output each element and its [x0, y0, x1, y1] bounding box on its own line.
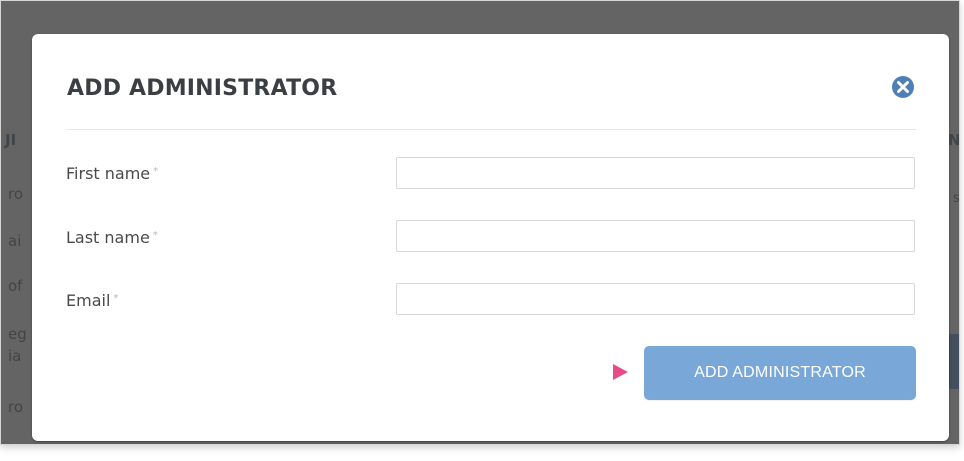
first-name-label-text: First name: [66, 164, 151, 183]
last-name-label: Last name *: [66, 228, 158, 247]
first-name-input[interactable]: [396, 157, 915, 189]
close-circle-icon: [892, 76, 914, 98]
add-administrator-button[interactable]: ADD ADMINISTRATOR: [644, 346, 916, 400]
close-button[interactable]: [890, 74, 916, 100]
application-window: JI ro ai of eg ia ro lore N s ADD ADMINI…: [0, 0, 960, 445]
required-marker: *: [153, 166, 159, 177]
required-marker: *: [113, 293, 119, 304]
email-input[interactable]: [396, 283, 915, 315]
last-name-input[interactable]: [396, 220, 915, 252]
email-label: Email *: [66, 291, 118, 310]
pink-play-arrow-icon: [611, 363, 629, 381]
screenshot-canvas: JI ro ai of eg ia ro lore N s ADD ADMINI…: [0, 0, 964, 461]
last-name-label-text: Last name: [66, 228, 150, 247]
add-administrator-modal: ADD ADMINISTRATOR First name * Last name *…: [32, 34, 949, 441]
header-divider: [66, 129, 916, 130]
required-marker: *: [152, 230, 158, 241]
email-label-text: Email: [66, 291, 111, 310]
modal-title: ADD ADMINISTRATOR: [67, 76, 338, 101]
first-name-label: First name *: [66, 164, 158, 183]
